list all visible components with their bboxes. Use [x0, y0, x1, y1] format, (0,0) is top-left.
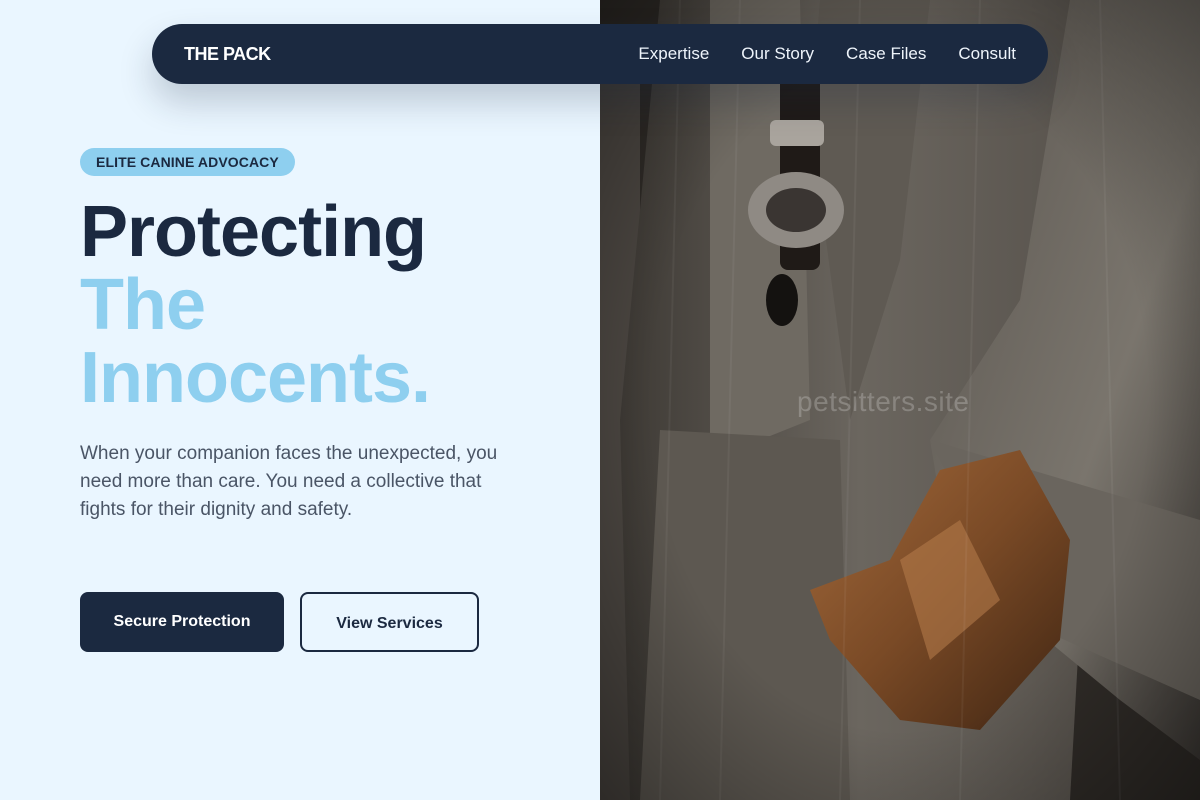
- hero-headline: Protecting The Innocents.: [80, 192, 431, 418]
- headline-line-2: The: [80, 265, 206, 345]
- hero-badge: ELITE CANINE ADVOCACY: [80, 148, 295, 176]
- view-services-button[interactable]: View Services: [300, 592, 479, 652]
- nav-links: Expertise Our Story Case Files Consult: [638, 44, 1016, 64]
- brand-logo[interactable]: THE PACK: [184, 44, 271, 65]
- headline-line-1: Protecting: [80, 192, 427, 272]
- nav-link-expertise[interactable]: Expertise: [638, 44, 709, 64]
- secure-protection-button[interactable]: Secure Protection: [80, 592, 284, 652]
- image-watermark: petsitters.site: [797, 386, 970, 417]
- top-navbar: THE PACK Expertise Our Story Case Files …: [152, 24, 1048, 84]
- hero-subcopy: When your companion faces the unexpected…: [80, 443, 498, 520]
- nav-link-our-story[interactable]: Our Story: [741, 44, 814, 64]
- nav-link-case-files[interactable]: Case Files: [846, 44, 926, 64]
- nav-link-consult[interactable]: Consult: [958, 44, 1016, 64]
- headline-line-3: Innocents.: [80, 338, 431, 418]
